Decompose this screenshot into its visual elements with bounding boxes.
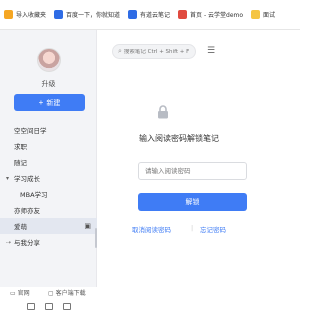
new-button-label: 新建	[46, 99, 61, 107]
bookmark-label: 面试	[263, 12, 276, 19]
sidebar-item-label: 空空间日学	[14, 127, 47, 135]
client-download-label: 客户端下载	[55, 289, 86, 297]
lock-icon	[158, 105, 168, 119]
new-note-button[interactable]: + 新建	[14, 94, 85, 111]
avatar[interactable]	[37, 48, 61, 72]
site-icon	[178, 10, 188, 19]
notebook-list: 空空间日学 求职 随记 ▾ 学习成长 MBA学习 亦师亦友 爱萌 ▣ ⇢ 与我分享	[0, 122, 97, 250]
view-switcher	[0, 303, 97, 315]
bookmark-interview[interactable]: 面试	[251, 10, 275, 19]
lock-title: 输入阅读密码解锁笔记	[139, 134, 219, 143]
unlock-button[interactable]: 解锁	[138, 193, 247, 211]
folder-icon	[251, 10, 261, 19]
link-divider: |	[191, 224, 194, 232]
sidebar-item-label: 学习成长	[14, 175, 40, 183]
official-site-link[interactable]: ▭ 官网	[10, 288, 30, 297]
lock-links: 取消阅读密码 | 忘记密码	[128, 224, 252, 234]
user-level-label[interactable]: 升级	[0, 79, 97, 89]
list-view-icon[interactable]	[62, 303, 71, 310]
search-box[interactable]: ⌕	[112, 44, 196, 59]
split-view-icon[interactable]	[44, 303, 53, 310]
sidebar-item-label: 求职	[14, 143, 27, 151]
bookmark-baidu[interactable]: 百度一下，你就知道	[54, 10, 120, 19]
sidebar-item-label: 亦师亦友	[14, 207, 40, 215]
forgot-password-link[interactable]: 忘记密码	[200, 224, 226, 234]
baidu-icon	[54, 10, 64, 19]
bookmark-label: 有道云笔记	[140, 12, 171, 19]
sidebar-footer: ▭ 官网 ▢ 客户端下载	[0, 286, 97, 298]
bookmark-yunxuetang[interactable]: 首页 - 云学堂demo	[178, 10, 243, 19]
sidebar-item-qiuzhi[interactable]: 求职	[0, 138, 97, 154]
sidebar-item-shared[interactable]: ⇢ 与我分享	[0, 234, 97, 250]
folder-icon	[4, 10, 13, 19]
bookmark-youdao[interactable]: 有道云笔记	[128, 10, 170, 19]
sidebar-scrollbar[interactable]	[95, 228, 97, 248]
sidebar-item-suiji[interactable]: 随记	[0, 154, 97, 170]
sidebar-item-label: 与我分享	[14, 239, 40, 247]
bookmark-label: 导入收藏夹	[16, 12, 47, 19]
sort-filter-icon[interactable]: ☰	[207, 46, 215, 56]
bookmark-label: 首页 - 云学堂demo	[190, 12, 244, 19]
sidebar-item-xuexichengzhang[interactable]: ▾ 学习成长	[0, 170, 97, 186]
bookmarks-bar: 导入收藏夹 百度一下，你就知道 有道云笔记 首页 - 云学堂demo 面试	[0, 0, 300, 30]
read-password-input[interactable]	[138, 162, 247, 180]
sidebar-item-aimeng[interactable]: 爱萌 ▣	[0, 218, 97, 234]
layout-view-icon[interactable]	[26, 303, 35, 310]
plus-icon: +	[38, 98, 44, 107]
share-icon: ⇢	[6, 238, 12, 246]
sidebar-item-yishiyiyou[interactable]: 亦师亦友	[0, 202, 97, 218]
official-site-label: 官网	[17, 289, 30, 297]
sidebar-item-label: 爱萌	[14, 223, 27, 231]
cancel-read-password-link[interactable]: 取消阅读密码	[132, 224, 171, 234]
bookmark-import[interactable]: 导入收藏夹	[4, 10, 46, 19]
sidebar: 升级 + 新建 空空间日学 求职 随记 ▾ 学习成长 MBA学习 亦师亦友 爱萌 ▣ …	[0, 30, 97, 310]
youdao-icon	[128, 10, 138, 19]
lock-folder-icon: ▣	[84, 222, 91, 230]
chevron-down-icon[interactable]: ▾	[6, 175, 9, 182]
sidebar-item-mba[interactable]: MBA学习	[0, 186, 97, 202]
sidebar-item-kongkongjian[interactable]: 空空间日学	[0, 122, 97, 138]
sidebar-item-label: 随记	[14, 159, 27, 167]
search-icon: ⌕	[118, 47, 122, 55]
client-download-link[interactable]: ▢ 客户端下载	[48, 288, 86, 297]
sidebar-item-label: MBA学习	[20, 191, 48, 199]
search-input[interactable]	[123, 48, 194, 55]
bookmark-label: 百度一下，你就知道	[66, 12, 121, 19]
